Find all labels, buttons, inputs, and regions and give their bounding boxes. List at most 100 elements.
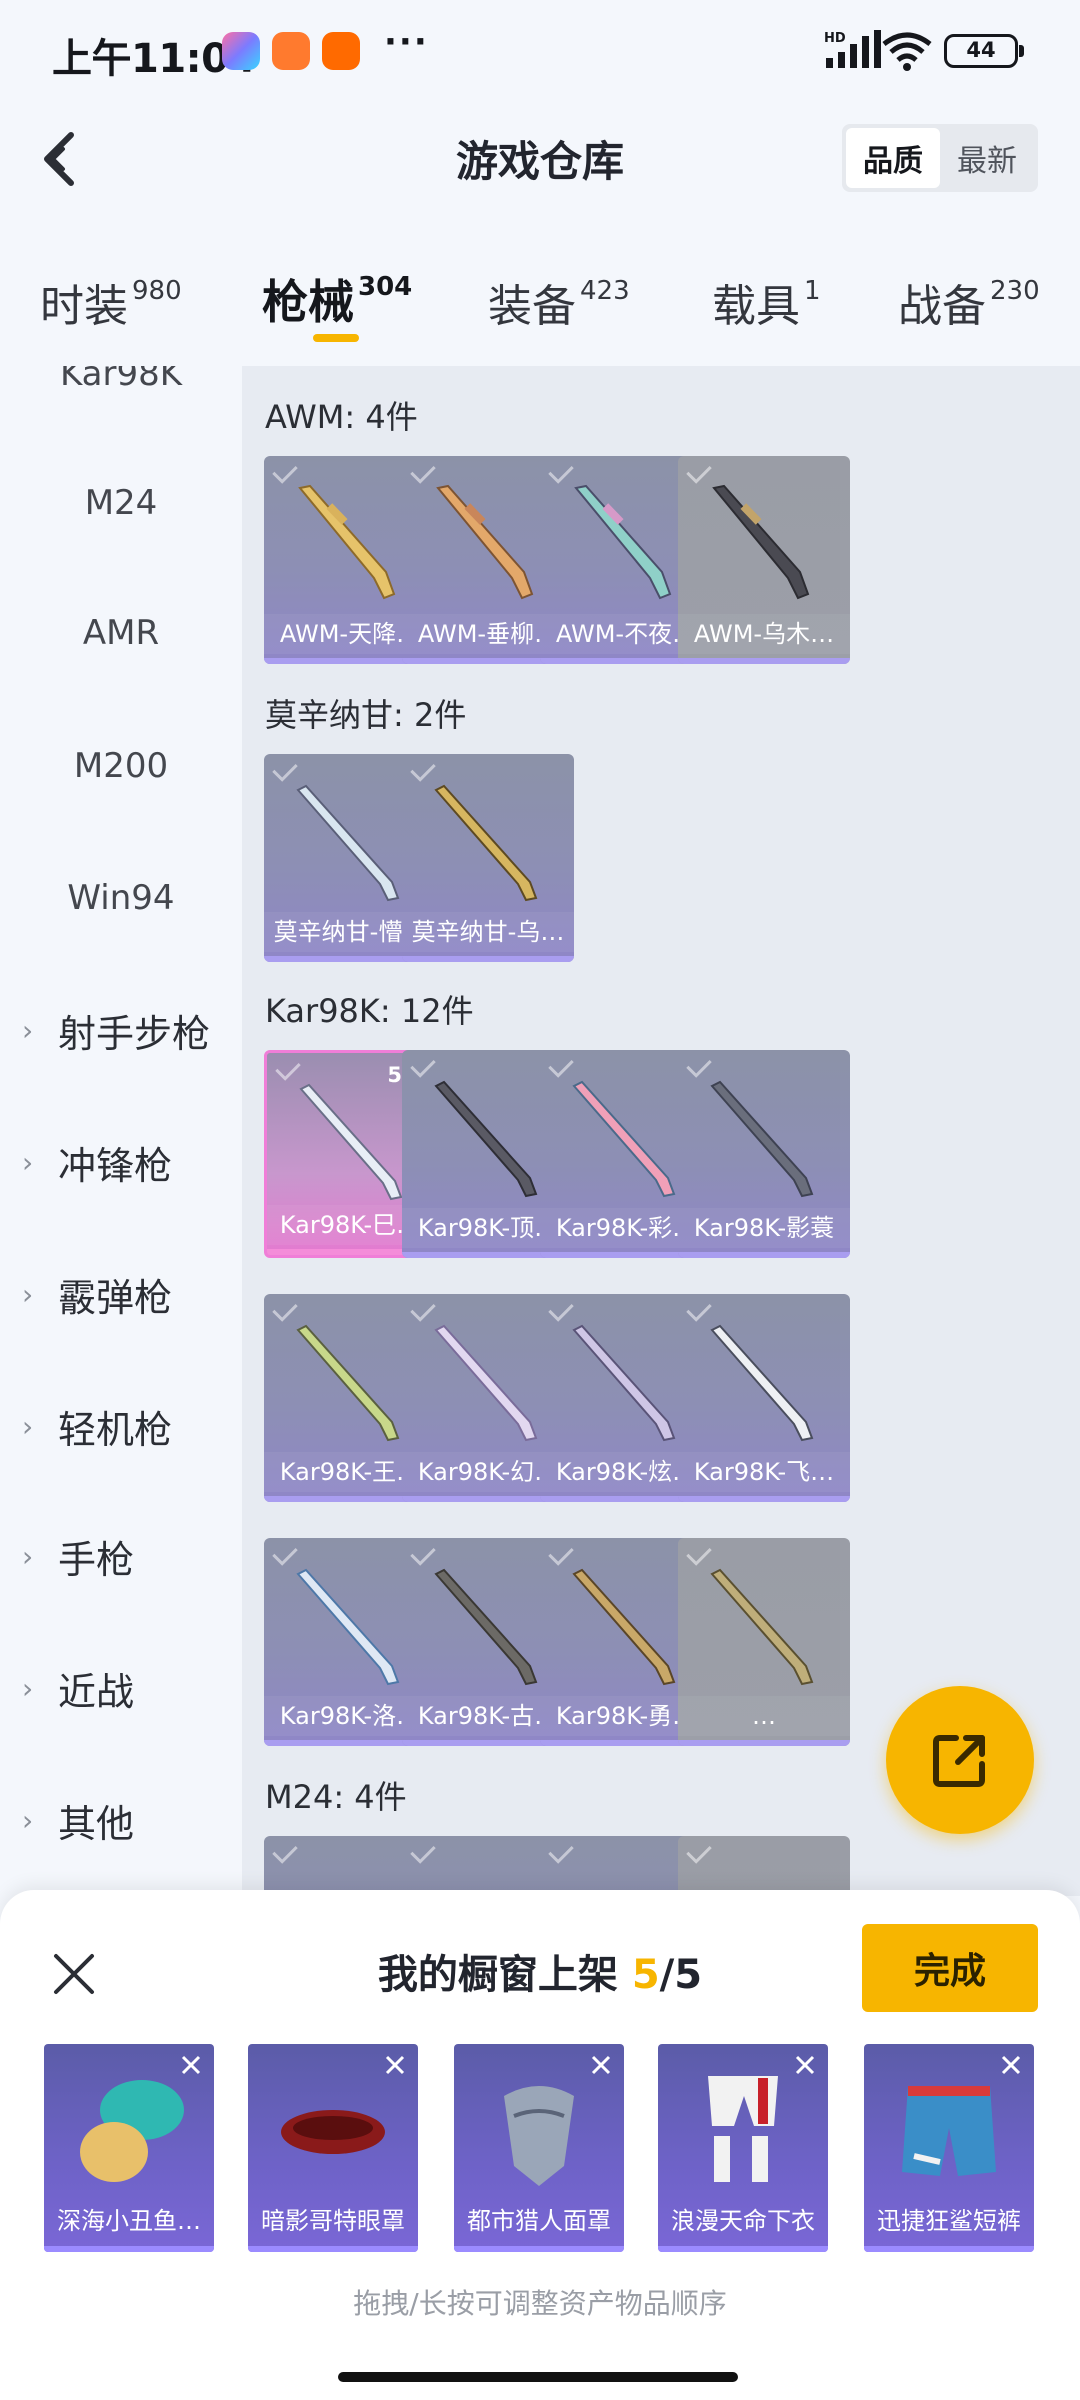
showcase-item[interactable]: 迅捷狂鲨短裤	[864, 2044, 1034, 2252]
showcase-item[interactable]: 都市猎人面罩	[454, 2044, 624, 2252]
sort-toggle: 品质 最新	[842, 124, 1038, 192]
showcase-item-name: 浪漫天命下衣	[671, 2207, 815, 2235]
close-icon	[385, 2055, 405, 2075]
remove-item-button[interactable]	[994, 2048, 1028, 2082]
rifle-icon	[434, 784, 538, 902]
sidebar-item-m24[interactable]: M24	[0, 437, 242, 569]
weapon-sidebar: Kar98K M24 AMR M200 Win94 › 射手步枪 › 冲锋枪 › 霰弹…	[0, 366, 242, 1896]
rarity-bar	[248, 2246, 418, 2252]
remove-item-button[interactable]	[378, 2048, 412, 2082]
face-mask-icon	[504, 2086, 574, 2186]
close-icon	[591, 2055, 611, 2075]
rarity-bar	[678, 1496, 850, 1502]
rarity-bar	[678, 1252, 850, 1258]
rifle-icon	[710, 1324, 814, 1442]
remove-item-button[interactable]	[788, 2048, 822, 2082]
shorts-icon	[902, 2086, 996, 2176]
sidebar-item-win94[interactable]: Win94	[0, 832, 242, 964]
close-icon	[181, 2055, 201, 2075]
sidebar-item-kar98k[interactable]: Kar98K	[0, 366, 242, 440]
showcase-item-name: 深海小丑鱼…	[57, 2207, 201, 2235]
section-title-m24: M24: 4件	[265, 1778, 407, 1816]
header: 游戏仓库 品质 最新	[0, 104, 1080, 214]
sidebar-group-pistols[interactable]: › 手枪	[0, 1490, 242, 1622]
sidebar-group-label: 霰弹枪	[58, 1275, 173, 1320]
close-icon	[1001, 2055, 1021, 2075]
tab-count: 1	[804, 276, 821, 306]
svg-text:HD: HD	[824, 31, 846, 46]
rifle-icon	[299, 1083, 403, 1201]
rifle-icon	[710, 1568, 814, 1686]
weapon-skin-grid: AWM: 4件 AWM-天降… AWM-垂柳… AWM-不夜… AWM-乌木… …	[242, 366, 1080, 1896]
share-button[interactable]	[886, 1686, 1034, 1834]
sidebar-group-marksman-rifles[interactable]: › 射手步枪	[0, 964, 242, 1096]
remove-item-button[interactable]	[174, 2048, 208, 2082]
rifle-icon	[296, 1324, 400, 1442]
sort-by-quality-button[interactable]: 品质	[846, 128, 940, 188]
showcase-title-text: 我的橱窗上架	[377, 1952, 632, 1998]
chevron-right-icon: ›	[22, 1409, 34, 1443]
wig-icon	[80, 2080, 184, 2182]
sidebar-item-m200[interactable]: M200	[0, 700, 242, 832]
chevron-right-icon: ›	[22, 1277, 34, 1311]
skin-name: …	[678, 1696, 850, 1736]
tab-label: 时装	[40, 281, 128, 332]
skin-tile[interactable]: AWM-乌木…	[678, 456, 850, 664]
active-tab-indicator	[313, 334, 359, 342]
rarity-bar	[658, 2246, 828, 2252]
rifle-icon	[572, 1324, 676, 1442]
rarity-bar	[678, 1740, 850, 1746]
check-icon	[686, 1838, 712, 1864]
rifle-icon	[710, 1080, 814, 1198]
pants-icon	[708, 2076, 778, 2182]
showcase-panel: 我的橱窗上架 5/5 完成 深海小丑鱼… 暗影哥特眼罩 都市猎人面罩 浪漫天命下…	[0, 1890, 1080, 2400]
sort-by-latest-button[interactable]: 最新	[940, 128, 1034, 188]
remove-item-button[interactable]	[584, 2048, 618, 2082]
tab-label: 载具	[712, 281, 800, 332]
more-notifications-icon: ···	[384, 22, 429, 62]
tab-equipment[interactable]: 装备 423	[488, 270, 630, 334]
showcase-count-total: /5	[659, 1952, 703, 1998]
reorder-hint: 拖拽/长按可调整资产物品顺序	[353, 2287, 727, 2320]
sidebar-group-label: 手枪	[58, 1537, 135, 1582]
showcase-item[interactable]: 深海小丑鱼…	[44, 2044, 214, 2252]
tab-fashion[interactable]: 时装 980	[40, 270, 182, 334]
tab-count: 230	[990, 276, 1040, 306]
sidebar-group-shotguns[interactable]: › 霰弹枪	[0, 1228, 242, 1360]
home-indicator[interactable]	[338, 2372, 738, 2382]
tab-firearms[interactable]: 枪械 304	[262, 266, 412, 332]
skin-tile[interactable]	[678, 1836, 850, 1896]
showcase-item-name: 迅捷狂鲨短裤	[877, 2207, 1021, 2235]
sidebar-group-label: 轻机枪	[58, 1407, 173, 1452]
battery-indicator: 44	[944, 34, 1024, 68]
rifle-icon	[434, 1568, 538, 1686]
rifle-icon	[572, 1568, 676, 1686]
showcase-count-current: 5	[631, 1952, 660, 1998]
sidebar-group-label: 射手步枪	[58, 1011, 211, 1056]
showcase-item[interactable]: 暗影哥特眼罩	[248, 2044, 418, 2252]
sidebar-group-other[interactable]: › 其他	[0, 1754, 242, 1886]
skin-name: 莫辛纳甘-乌…	[402, 912, 574, 952]
rifle-icon	[434, 1324, 538, 1442]
check-icon	[272, 1838, 298, 1864]
done-button[interactable]: 完成	[862, 1924, 1038, 2012]
sidebar-group-melee[interactable]: › 近战	[0, 1622, 242, 1754]
sidebar-group-smg[interactable]: › 冲锋枪	[0, 1096, 242, 1228]
skin-tile[interactable]: 莫辛纳甘-乌…	[402, 754, 574, 962]
chevron-right-icon: ›	[22, 1671, 34, 1705]
rarity-bar	[44, 2246, 214, 2252]
game-app-icon	[222, 32, 260, 70]
status-bar: 上午11:04 ··· HD 44	[0, 0, 1080, 104]
sidebar-group-label: 近战	[58, 1669, 135, 1714]
tab-vehicles[interactable]: 载具 1	[712, 270, 821, 334]
skin-tile[interactable]: …	[678, 1538, 850, 1746]
showcase-item[interactable]: 浪漫天命下衣	[658, 2044, 828, 2252]
skin-tile[interactable]: Kar98K-影蓑	[678, 1050, 850, 1258]
tab-battle-prep[interactable]: 战备 230	[898, 270, 1040, 334]
share-icon	[933, 1735, 985, 1787]
close-icon	[795, 2055, 815, 2075]
skin-tile[interactable]: Kar98K-飞…	[678, 1294, 850, 1502]
sidebar-group-lmg[interactable]: › 轻机枪	[0, 1360, 242, 1492]
sidebar-item-amr[interactable]: AMR	[0, 567, 242, 699]
rarity-bar	[454, 2246, 624, 2252]
